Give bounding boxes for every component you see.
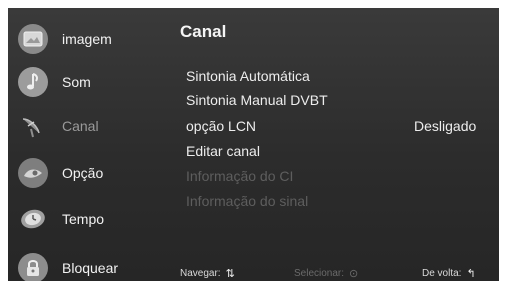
sidebar-item-som[interactable]: Som bbox=[18, 65, 166, 99]
sidebar-item-label: Tempo bbox=[62, 211, 105, 227]
menu-item-manual-tuning-dvbt[interactable]: Sintonia Manual DVBT bbox=[186, 92, 486, 114]
menu-item-auto-tuning[interactable]: Sintonia Automática bbox=[186, 68, 486, 90]
menu-item-label: Sintonia Automática bbox=[186, 68, 310, 84]
sidebar-item-tempo[interactable]: Tempo bbox=[18, 202, 166, 236]
navigate-hint: Navegar: ⇅ bbox=[180, 267, 235, 280]
menu-item-lcn-option[interactable]: opção LCN Desligado bbox=[186, 118, 486, 140]
sidebar-item-label: Som bbox=[62, 74, 91, 90]
sidebar-item-canal[interactable]: Canal bbox=[18, 109, 166, 143]
image-icon bbox=[18, 24, 48, 54]
page-title: Canal bbox=[180, 22, 227, 41]
lcn-value[interactable]: Desligado bbox=[414, 118, 476, 134]
footer-hints: Navegar: ⇅ Selecionar: ⊙ De volta: ↰ bbox=[166, 264, 499, 281]
menu-item-label: Informação do CI bbox=[186, 168, 294, 184]
select-hint: Selecionar: ⊙ bbox=[294, 267, 358, 280]
lock-icon bbox=[18, 253, 48, 281]
sidebar-item-label: Bloquear bbox=[62, 260, 119, 276]
sidebar-item-opcao[interactable]: Opção bbox=[18, 156, 166, 190]
menu-item-edit-channel[interactable]: Editar canal bbox=[186, 143, 486, 165]
channel-menu: Canal Sintonia Automática Sintonia Manua… bbox=[166, 8, 499, 281]
option-icon bbox=[18, 158, 48, 188]
back-arrow-icon: ↰ bbox=[466, 268, 476, 280]
menu-item-ci-info: Informação do CI bbox=[186, 168, 486, 190]
back-label: De volta: bbox=[422, 268, 462, 279]
music-note-icon bbox=[18, 67, 48, 97]
menu-item-label: Informação do sinal bbox=[186, 193, 309, 209]
menu-item-label: opção LCN bbox=[186, 118, 257, 134]
sidebar-item-bloquear[interactable]: Bloquear bbox=[18, 251, 166, 281]
satellite-dish-icon bbox=[18, 111, 48, 141]
sidebar-item-label: imagem bbox=[62, 31, 112, 47]
back-hint: De volta: ↰ bbox=[422, 267, 476, 280]
navigate-label: Navegar: bbox=[180, 268, 221, 279]
menu-item-label: Sintonia Manual DVBT bbox=[186, 92, 328, 108]
arrows-icon: ⇅ bbox=[225, 268, 235, 280]
ok-icon: ⊙ bbox=[349, 268, 359, 280]
tv-menu-screen: imagem Som Canal Opção Tempo Bloquear Ca… bbox=[8, 8, 499, 281]
sidebar-item-label: Opção bbox=[62, 165, 104, 181]
sidebar-item-label: Canal bbox=[62, 118, 99, 134]
sidebar-item-imagem[interactable]: imagem bbox=[18, 22, 166, 56]
sidebar: imagem Som Canal Opção Tempo Bloquear bbox=[8, 8, 166, 281]
clock-icon bbox=[18, 204, 48, 234]
menu-item-label: Editar canal bbox=[186, 143, 260, 159]
menu-item-signal-info: Informação do sinal bbox=[186, 193, 486, 215]
select-label: Selecionar: bbox=[294, 268, 345, 279]
